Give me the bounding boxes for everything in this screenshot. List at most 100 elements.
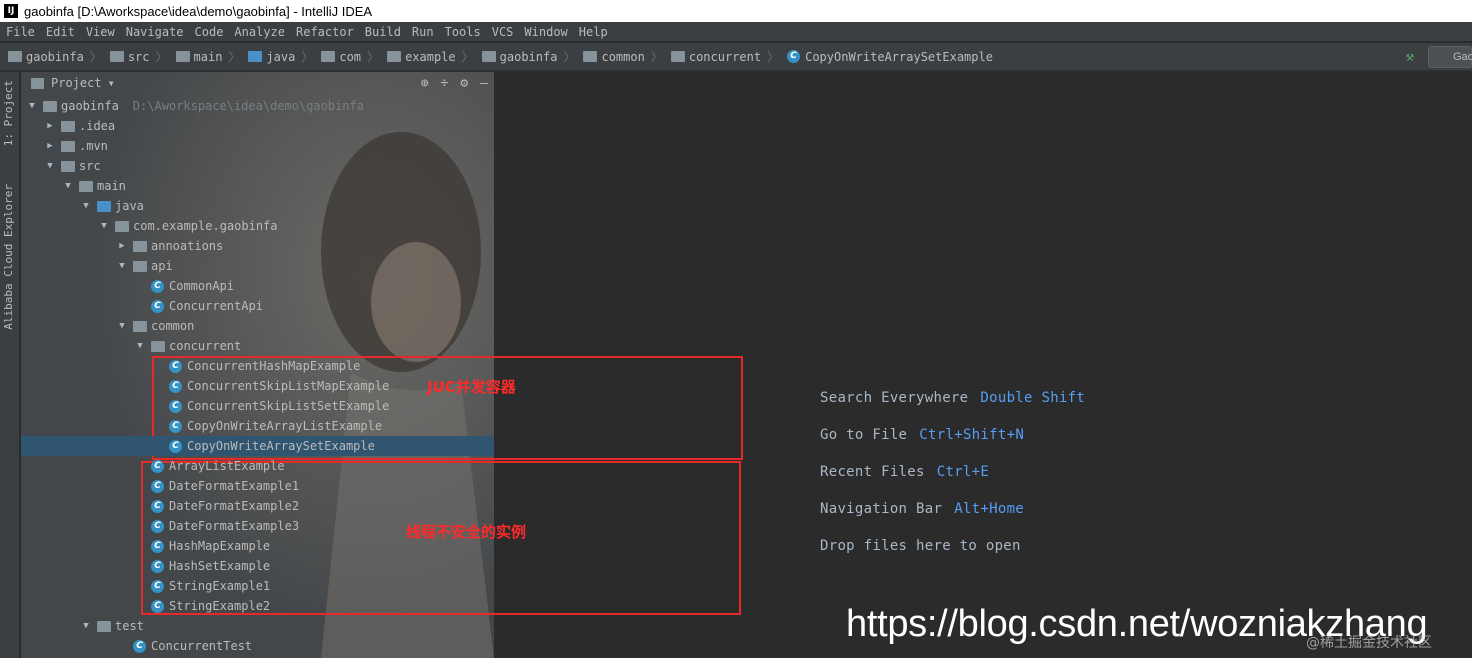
tree-item-class[interactable]: C CopyOnWriteArraySetExample [21,436,494,456]
window-title: gaobinfa [D:\Aworkspace\idea\demo\gaobin… [24,3,373,19]
tree-item-class[interactable]: C CopyOnWriteArrayListExample [21,416,494,436]
tree-item-class[interactable]: C StringExample1 [21,576,494,596]
watermark-juejin: @稀土掘金技术社区 [1306,635,1432,651]
breadcrumb-item[interactable]: java 〉 [240,48,313,65]
tree-item-class[interactable]: C CommonApi [21,276,494,296]
run-configuration-select[interactable]: Gao [1428,46,1472,68]
expand-arrow-icon[interactable]: ▼ [79,621,93,631]
breadcrumb-item[interactable]: gaobinfa 〉 [0,48,102,65]
menu-vcs[interactable]: VCS [486,25,519,39]
tree-item-label: gaobinfa [61,99,119,113]
tree-item-label: StringExample2 [169,599,271,613]
hint-go-to-file: Go to File Ctrl+Shift+N [820,427,1024,443]
tree-item-folder[interactable]: ▼ com.example.gaobinfa [21,216,494,236]
breadcrumb-item[interactable]: main 〉 [168,48,241,65]
tree-item-folder[interactable]: ▼ test [21,616,494,636]
menu-navigate[interactable]: Navigate [120,25,189,39]
menu-window[interactable]: Window [518,25,572,39]
tree-item-folder[interactable]: ▶ annoations [21,236,494,256]
hint-shortcut: Alt+Home [954,501,1025,517]
expand-arrow-icon[interactable]: ▼ [43,161,57,171]
menu-analyze[interactable]: Analyze [228,25,290,39]
tree-item-folder[interactable]: ▼ gaobinfa D:\Aworkspace\idea\demo\gaobinf… [21,96,494,116]
class-icon: C [169,439,182,453]
project-view-icon [31,77,44,89]
menu-edit[interactable]: Edit [40,25,80,39]
project-panel-title[interactable]: Project [51,76,102,90]
collapse-arrow-icon[interactable]: ▶ [43,141,57,151]
tree-item-class[interactable]: C DateFormatExample3 [21,516,494,536]
expand-arrow-icon[interactable]: ▼ [61,181,75,191]
tree-item-folder[interactable]: ▼ java [21,196,494,216]
menu-run[interactable]: Run [406,25,439,39]
expand-arrow-icon[interactable]: ▼ [115,261,129,271]
breadcrumb-item[interactable]: com 〉 [313,48,379,65]
hint-shortcut: Double Shift [980,390,1086,406]
breadcrumb: gaobinfa 〉 src 〉 main 〉 java 〉 com 〉 example 〉… [0,43,1472,71]
menu-code[interactable]: Code [189,25,229,39]
tree-item-class[interactable]: C DateFormatExample2 [21,496,494,516]
breadcrumb-separator-icon: 〉 [89,50,102,64]
menu-build[interactable]: Build [359,25,406,39]
breadcrumb-separator-icon: 〉 [228,50,241,64]
breadcrumb-item[interactable]: C CopyOnWriteArraySetExample [779,50,993,64]
tree-item-label: src [79,159,101,173]
hint-search-everywhere: Search Everywhere Double Shift [820,390,1085,406]
tree-item-class[interactable]: C DateFormatExample1 [21,476,494,496]
hint-text: Recent Files [820,464,925,480]
project-folder-icon [8,51,22,62]
breadcrumb-item[interactable]: concurrent 〉 [663,48,779,65]
tree-item-class[interactable]: C HashMapExample [21,536,494,556]
package-icon [133,240,147,252]
collapse-all-icon[interactable]: ÷ [441,76,449,91]
expand-arrow-icon[interactable]: ▼ [97,221,111,231]
tree-item-folder[interactable]: ▶ .mvn [21,136,494,156]
tab-alibaba-cloud-explorer[interactable]: Alibaba Cloud Explorer [2,184,15,330]
expand-arrow-icon[interactable]: ▼ [133,341,147,351]
menu-view[interactable]: View [80,25,120,39]
expand-arrow-icon[interactable]: ▼ [25,101,39,111]
tree-item-class[interactable]: C HashSetExample [21,556,494,576]
tree-item-folder[interactable]: ▼ common [21,316,494,336]
tree-item-folder[interactable]: ▶ .idea [21,116,494,136]
tree-item-class[interactable]: C ConcurrentSkipListSetExample [21,396,494,416]
folder-icon [97,200,111,212]
class-icon: C [151,279,164,293]
package-icon [115,220,129,232]
expand-arrow-icon[interactable]: ▼ [79,201,93,211]
menu-tools[interactable]: Tools [439,25,486,39]
menu-help[interactable]: Help [573,25,613,39]
collapse-arrow-icon[interactable]: ▶ [115,241,129,251]
breadcrumb-item[interactable]: example 〉 [379,48,474,65]
left-tool-strip: 1: Project Alibaba Cloud Explorer [0,72,20,658]
tree-item-label: .idea [79,119,116,133]
class-icon: C [151,579,164,593]
locate-file-icon[interactable]: ⊕ [421,76,429,91]
breadcrumb-item[interactable]: common 〉 [575,48,663,65]
collapse-arrow-icon[interactable]: ▶ [43,121,57,131]
hide-panel-icon[interactable]: — [480,76,488,91]
tree-item-label: main [97,179,126,193]
tree-item-class[interactable]: C ConcurrentTest [21,636,494,656]
tree-item-folder[interactable]: ▼ concurrent [21,336,494,356]
expand-arrow-icon[interactable]: ▼ [115,321,129,331]
chevron-down-icon[interactable]: ▾ [108,76,115,90]
tab-project[interactable]: 1: Project [2,80,15,146]
menu-refactor[interactable]: Refactor [290,25,359,39]
hint-text: Drop files here to open [820,538,1021,554]
tree-item-class[interactable]: C ConcurrentApi [21,296,494,316]
tree-item-class[interactable]: C ConcurrentHashMapExample [21,356,494,376]
tree-item-folder[interactable]: ▼ api [21,256,494,276]
tree-item-class[interactable]: C StringExample2 [21,596,494,616]
tree-item-class[interactable]: C ConcurrentSkipListMapExample [21,376,494,396]
breadcrumb-item[interactable]: gaobinfa 〉 [474,48,575,65]
tree-item-folder[interactable]: ▼ src [21,156,494,176]
tree-item-label: DateFormatExample1 [169,479,300,493]
tree-item-class[interactable]: C ArrayListExample [21,456,494,476]
tree-item-label: com.example.gaobinfa [133,219,278,233]
gear-icon[interactable]: ⚙ [460,76,468,91]
menu-file[interactable]: File [0,25,40,39]
breadcrumb-item[interactable]: src 〉 [102,48,168,65]
build-hammer-icon[interactable]: ⚒ [1406,49,1414,65]
tree-item-folder[interactable]: ▼ main [21,176,494,196]
